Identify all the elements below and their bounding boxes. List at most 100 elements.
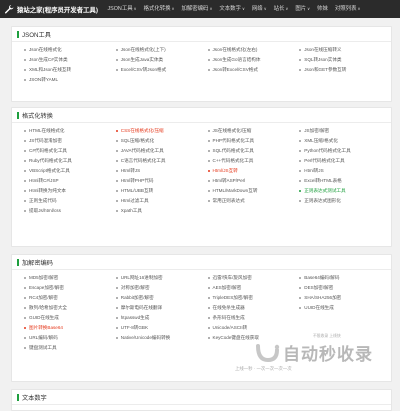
tool-link[interactable]: Json生成C#实体类 [24, 55, 116, 65]
tool-link[interactable]: XML和Json在线互转 [24, 65, 116, 75]
tool-link[interactable]: 常用正则表达式 [207, 196, 300, 206]
tool-link[interactable]: SHA/SHA256加密 [299, 293, 391, 303]
bullet-icon [299, 190, 302, 192]
tool-link[interactable]: 正则表达式测试工具 [299, 186, 391, 196]
tool-link[interactable]: UTF-8转GBK [115, 323, 208, 333]
tool-link[interactable]: Json转Excel/CSV格式 [207, 65, 300, 75]
tool-link[interactable]: Json在线格式化(上下) [115, 45, 208, 55]
nav-item[interactable]: 网络∨ [248, 0, 270, 18]
tool-link[interactable]: JSON转YAML [24, 75, 116, 85]
tool-link[interactable]: 条形码在线生成 [207, 313, 300, 323]
tool-link[interactable]: 图片转换Base64 [24, 323, 116, 333]
tool-link[interactable]: Python代码格式化工具 [299, 146, 391, 156]
nav-item[interactable]: 格式化转换∨ [140, 0, 178, 18]
tool-link[interactable]: CSS在线格式化/压缩 [115, 126, 208, 136]
tool-link[interactable]: RC4加密/解密 [24, 293, 116, 303]
tool-link[interactable]: Excel/CSV转Json格式 [115, 65, 208, 75]
tool-link[interactable]: 键盘测试工具 [24, 343, 116, 353]
tool-link[interactable]: KeyCode键盘在线获取 [207, 333, 300, 343]
site-logo[interactable]: 猿站之家(程序员开发者工具) [0, 0, 98, 18]
tool-link[interactable]: DES加密/解密 [299, 283, 391, 293]
tool-link[interactable]: Html转ASP/Perl [207, 176, 300, 186]
bullet-icon [115, 287, 118, 289]
tool-link[interactable]: htpasswd生成 [115, 313, 208, 323]
tool-link[interactable]: C语言代码格式化工具 [115, 156, 208, 166]
tool-link[interactable]: Html/JS互转 [207, 166, 300, 176]
tool-link-label: htpasswd生成 [120, 315, 150, 320]
bullet-icon [24, 307, 26, 309]
tool-link[interactable]: PHP代码格式化工具 [207, 136, 300, 146]
tool-link[interactable]: Unicode/ASCII转 [207, 323, 300, 333]
tool-link[interactable]: GUID在线生成 [24, 313, 116, 323]
tool-link[interactable]: URL网址16进制加密 [115, 273, 208, 283]
tool-link[interactable]: 提取Js/html/css [24, 206, 116, 216]
tool-link[interactable]: Base64编码/解码 [299, 273, 391, 283]
tool-link[interactable]: Excel转HTML表格 [299, 176, 391, 186]
empty-cell [299, 333, 391, 343]
nav-item[interactable]: 图片∨ [292, 0, 314, 18]
tool-link[interactable]: Html转JS [115, 166, 208, 176]
tool-link[interactable]: Json和GET参数互转 [299, 65, 391, 75]
tool-link[interactable]: Html转C#/JSP [24, 176, 116, 186]
tool-link-label: HTML/UBB互转 [120, 188, 154, 193]
tool-link[interactable]: Xpath工具 [115, 206, 208, 216]
tool-link[interactable]: 在线免杀生成器 [207, 303, 300, 313]
tool-link[interactable]: JS代码混淆加密 [24, 136, 116, 146]
bullet-icon [299, 277, 302, 279]
tool-link[interactable]: Json生成Go语言结构体 [207, 55, 300, 65]
bullet-icon [207, 307, 210, 309]
tool-link[interactable]: JS加密/解密 [299, 126, 391, 136]
tool-link[interactable]: 正则表达式图形化 [299, 196, 391, 206]
nav-item[interactable]: 帅妹 [314, 0, 332, 18]
tool-link[interactable]: JAVA代码格式化工具 [115, 146, 208, 156]
nav-item[interactable]: JSON工具∨ [104, 0, 140, 18]
nav-item[interactable]: 加解密编码∨ [178, 0, 216, 18]
tool-link[interactable]: C++代码格式化工具 [207, 156, 300, 166]
nav-item-label: 帅妹 [317, 6, 328, 12]
tool-link[interactable]: Ruby代码格式化工具 [24, 156, 116, 166]
tool-link[interactable]: AES加密/解密 [207, 283, 300, 293]
nav-item[interactable]: 对照列表∨ [331, 0, 364, 18]
tool-link[interactable]: Html过滤工具 [115, 196, 208, 206]
tool-grid: HTML在线格式化 CSS在线格式化/压缩 JS在线格式化/压缩 JS加密/解密 JS代… [12, 123, 391, 216]
tool-link[interactable]: Escape加密/解密 [24, 283, 116, 293]
tool-link[interactable]: 对称加密/解密 [115, 283, 208, 293]
tool-link[interactable]: 正则生成代码 [24, 196, 116, 206]
tool-link[interactable]: 散列/哈希加密大全 [24, 303, 116, 313]
tool-link[interactable]: TripleDES加密/解密 [207, 293, 300, 303]
tool-link[interactable]: VBScript格式化工具 [24, 166, 116, 176]
tool-link[interactable]: HTML/MarkDown互转 [207, 186, 300, 196]
tool-link[interactable]: Perl代码格式化工具 [299, 156, 391, 166]
tool-link[interactable]: Json生成Java实体类 [115, 55, 208, 65]
nav-item[interactable]: 站长∨ [270, 0, 292, 18]
tool-link[interactable]: Html转PHP代码 [115, 176, 208, 186]
tool-link[interactable]: MD5加密/解密 [24, 273, 116, 283]
bullet-icon [24, 79, 26, 81]
tool-link[interactable]: 摩尔斯电码在线翻译 [115, 303, 208, 313]
tool-link[interactable]: Html转JS [299, 166, 391, 176]
nav-item[interactable]: 文本数字∨ [216, 0, 249, 18]
tool-link[interactable]: Rabbit加密/解密 [115, 293, 208, 303]
tool-link[interactable]: HTML/UBB互转 [115, 186, 208, 196]
tool-link[interactable]: XML压缩/格式化 [299, 136, 391, 146]
tool-link-label: C#代码格式化工具 [29, 148, 68, 153]
tool-link[interactable]: Native/Unicode编码转换 [115, 333, 208, 343]
empty-cell [299, 323, 391, 333]
tool-link-label: XML压缩/格式化 [304, 138, 338, 143]
tool-link[interactable]: 迅雷/快车/旋风加密 [207, 273, 300, 283]
tool-link[interactable]: URL编码/解码 [24, 333, 116, 343]
tool-link[interactable]: SQL转Json实体类 [299, 55, 391, 65]
tool-link[interactable]: Html转换为纯文本 [24, 186, 116, 196]
bullet-icon [24, 277, 26, 279]
tool-link[interactable]: HTML在线格式化 [24, 126, 116, 136]
tool-link-label: 散列/哈希加密大全 [29, 305, 68, 310]
tool-link[interactable]: Json在线格式化(左右) [207, 45, 300, 55]
bullet-icon [207, 200, 210, 202]
tool-link[interactable]: Json在线压缩转义 [299, 45, 391, 55]
tool-link[interactable]: UUID在线生成 [299, 303, 391, 313]
tool-link[interactable]: SQL代码格式化工具 [207, 146, 300, 156]
tool-link[interactable]: SQL压缩/格式化 [115, 136, 208, 146]
tool-link[interactable]: JS在线格式化/压缩 [207, 126, 300, 136]
tool-link[interactable]: C#代码格式化工具 [24, 146, 116, 156]
tool-link[interactable]: Json在线格式化 [24, 45, 116, 55]
